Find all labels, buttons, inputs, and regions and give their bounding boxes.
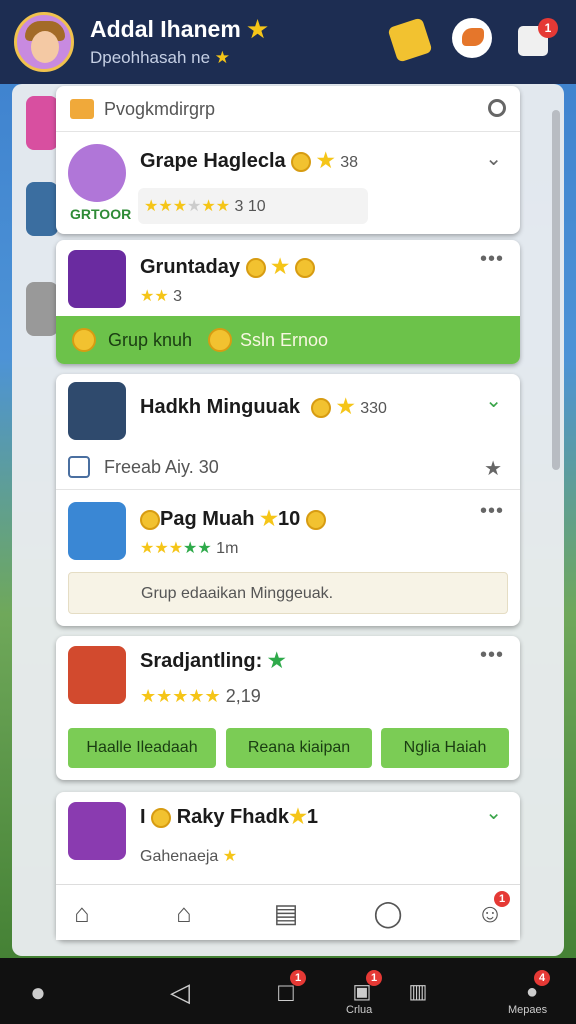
bottom-nav: ⌂ ⌂ ▤ ◯ ☺ 1 [56,884,520,940]
star-icon: ★ [247,16,268,42]
game-card[interactable]: Hadkh Minguuak ★ 330 ⌄ Freeab Aiy. 30 ★ … [56,374,520,626]
coin-icon [140,509,160,530]
action-button[interactable]: Reana kiaipan [226,728,372,768]
game-title: I Raky Fhadk★1 [140,806,319,828]
game-icon [68,144,126,202]
coin-icon [72,328,96,352]
store-icon[interactable]: ⌂ [166,895,202,931]
wing-icon[interactable] [452,18,492,58]
sub-row[interactable]: Freeab Aiy. 30 ★ [56,448,520,490]
game-title: Sradjantling: ★ [140,650,286,672]
top-bar: Addal Ihanem ★ Dpeohhasah ne ★ 1 [0,0,576,84]
search-icon[interactable] [488,99,506,117]
coin-icon [208,328,232,352]
banner-right-label: Ssln Ernoo [240,330,329,350]
game-icon [68,502,126,560]
notification-badge: 1 [494,891,510,907]
chevron-down-icon[interactable]: ⌄ [485,800,502,825]
more-options-icon[interactable]: ••• [480,644,504,667]
action-button[interactable]: Nglia Haiah [381,728,509,768]
more-options-icon[interactable]: ••• [480,248,504,271]
notification-badge: 4 [534,970,550,986]
gold-block-icon[interactable] [387,17,433,63]
user-name: Addal Ihanem ★ [90,16,268,42]
inner-title: Pag Muah ★10 [140,506,326,531]
rating-row: ★★★★★ 1m [140,540,239,557]
coin-icon [291,151,312,172]
game-icon [68,802,126,860]
note-box: Grup edaaikan Minggeuak. [68,572,508,614]
user-subtitle: Dpeohhasah ne ★ [90,48,231,67]
inbox-icon[interactable]: ▤ [268,895,304,931]
action-button[interactable]: Haalle Ileadaah [68,728,216,768]
chevron-down-icon[interactable]: ⌄ [485,388,502,413]
pin-icon[interactable]: ★ [484,456,502,481]
banner-left-label: Grup knuh [108,330,193,350]
coin-icon [305,509,326,530]
user-avatar[interactable] [14,12,74,72]
game-icon [68,250,126,308]
coin-icon [151,807,172,828]
game-title: Hadkh Minguuak ★ 330 [140,396,387,418]
chat-icon[interactable]: ◯ [370,895,406,931]
game-subtitle: Gahenaeja ★ [140,848,238,865]
assistant-icon[interactable]: ● [18,972,58,1012]
game-card[interactable]: Gruntaday ★ ★★ 3 ••• Grup knuh Ssln Erno… [56,240,520,364]
game-card[interactable]: Sradjantling: ★ ★★★★★ 2,19 ••• Haalle Il… [56,636,520,780]
coin-icon [311,397,332,418]
side-app-icon[interactable] [26,282,58,336]
system-bar: ● ◁ □ 1 ▣ 1 Crlua ▥ ● 4 Mepaes [0,958,576,1024]
back-icon[interactable]: ◁ [160,972,200,1012]
game-title: Grape Haglecla ★ 38 [140,150,359,172]
rating-row: ★★★★★★ 3 10 [144,198,266,215]
chevron-down-icon[interactable]: ⌄ [485,146,502,171]
note-text: Grup edaaikan Minggeuak. [141,585,334,602]
notification-badge: 1 [366,970,382,986]
game-icon [68,646,126,704]
stats-icon[interactable]: ▥ [398,972,438,1012]
search-row[interactable]: Pvogkmdirgrp [56,86,520,132]
search-input[interactable]: Pvogkmdirgrp [104,99,215,120]
game-card[interactable]: Pvogkmdirgrp GRTOOR Grape Haglecla ★ 38 … [56,86,520,234]
side-app-icon[interactable] [26,96,58,150]
rating-row: ★★★★★ 2,19 [140,686,261,706]
game-title: Gruntaday ★ [140,254,315,279]
game-tag: GRTOOR [70,206,132,222]
square-icon [68,456,90,478]
coin-icon [245,257,266,278]
side-app-icon[interactable] [26,182,58,236]
system-label: Mepaes [508,1004,548,1016]
reward-banner[interactable]: Grup knuh Ssln Ernoo [56,316,520,364]
game-icon [68,382,126,440]
coin-icon [294,257,315,278]
more-options-icon[interactable]: ••• [480,500,504,523]
folder-icon [70,99,94,119]
system-label: Crlua [346,1004,373,1016]
star-icon: ★ [214,48,231,67]
notification-badge: 1 [290,970,306,986]
rating-row: ★★ 3 [140,288,183,305]
sub-label: Freeab Aiy. 30 [104,457,219,477]
notification-badge: 1 [538,18,558,38]
scrollbar[interactable] [552,110,560,470]
home-icon[interactable]: ⌂ [64,895,100,931]
